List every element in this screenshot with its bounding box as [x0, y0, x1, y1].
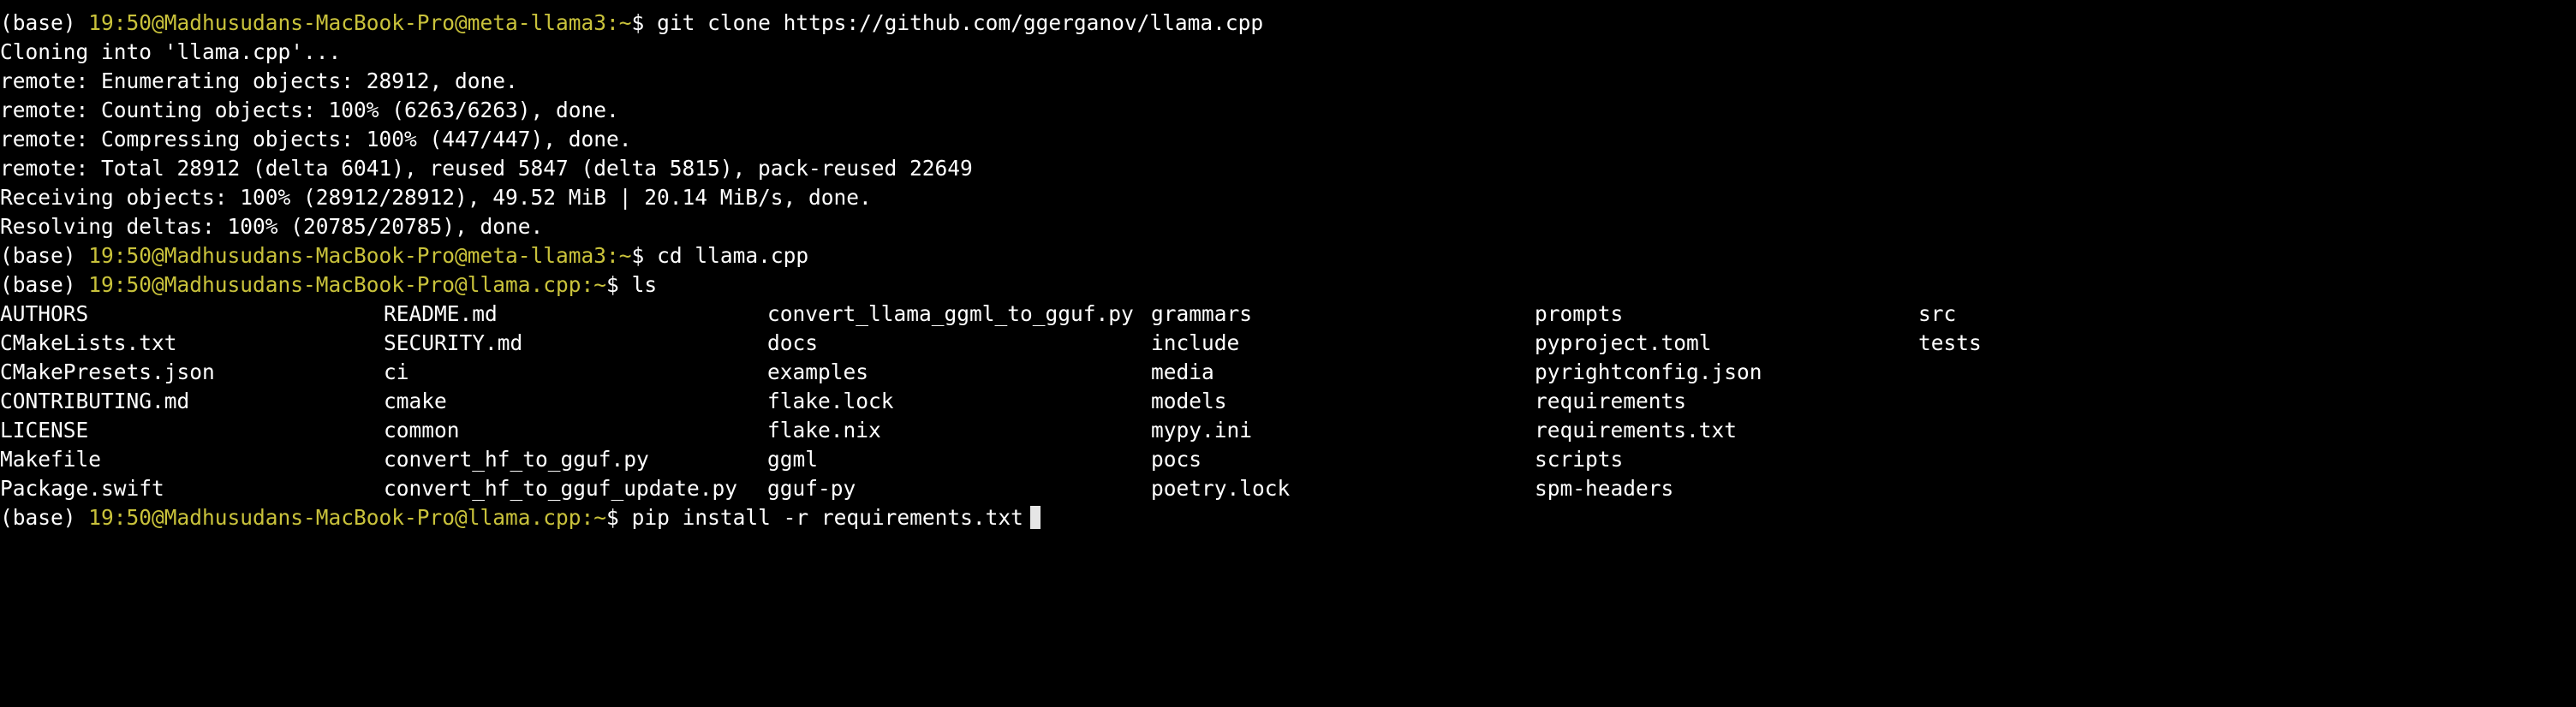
ls-entry: convert_hf_to_gguf_update.py: [384, 476, 738, 501]
output-line: remote: Total 28912 (delta 6041), reused…: [0, 156, 973, 181]
ls-entry: gguf-py: [767, 476, 856, 501]
env-label: (base): [0, 272, 89, 297]
ls-row: LICENSE common flake.nix mypy.ini requir…: [0, 416, 2576, 445]
command-text: cd llama.cpp: [657, 243, 809, 268]
ls-row: Package.swift convert_hf_to_gguf_update.…: [0, 474, 2576, 503]
ls-entry: flake.lock: [767, 389, 894, 413]
ls-entry: LICENSE: [0, 418, 89, 443]
ls-entry: src: [1918, 301, 1957, 326]
command-text: ls: [631, 272, 658, 297]
ls-entry: convert_hf_to_gguf.py: [384, 447, 649, 472]
user-host: 19:50@Madhusudans-MacBook-Pro: [88, 272, 456, 297]
ls-entry: scripts: [1535, 447, 1624, 472]
user-host: 19:50@Madhusudans-MacBook-Pro: [88, 10, 456, 35]
prompt-symbol: $: [606, 272, 632, 297]
ls-entry: flake.nix: [767, 418, 881, 443]
env-label: (base): [0, 10, 89, 35]
ls-entry: media: [1151, 359, 1214, 384]
output-line: remote: Counting objects: 100% (6263/626…: [0, 98, 619, 122]
prompt-dir: @meta-llama3:~: [455, 10, 632, 35]
prompt-line: (base) 19:50@Madhusudans-MacBook-Pro@met…: [0, 9, 2576, 38]
output-line: remote: Enumerating objects: 28912, done…: [0, 68, 518, 93]
terminal-window[interactable]: (base) 19:50@Madhusudans-MacBook-Pro@met…: [0, 0, 2576, 546]
ls-entry: requirements: [1535, 389, 1687, 413]
prompt-symbol: $: [606, 505, 632, 530]
ls-entry: CMakePresets.json: [0, 359, 215, 384]
user-host: 19:50@Madhusudans-MacBook-Pro: [88, 243, 456, 268]
ls-entry: AUTHORS: [0, 301, 89, 326]
prompt-dir: @llama.cpp:~: [455, 505, 607, 530]
ls-entry: Makefile: [0, 447, 102, 472]
ls-entry: pyproject.toml: [1535, 330, 1712, 355]
ls-entry: SECURITY.md: [384, 330, 523, 355]
ls-entry: README.md: [384, 301, 498, 326]
output-line: remote: Compressing objects: 100% (447/4…: [0, 127, 632, 152]
prompt-line-active[interactable]: (base) 19:50@Madhusudans-MacBook-Pro@lla…: [0, 503, 2576, 532]
ls-entry: Package.swift: [0, 476, 164, 501]
ls-row: CMakeLists.txt SECURITY.md docs include …: [0, 329, 2576, 358]
ls-entry: ggml: [767, 447, 819, 472]
prompt-line: (base) 19:50@Madhusudans-MacBook-Pro@met…: [0, 241, 2576, 270]
prompt-line: (base) 19:50@Madhusudans-MacBook-Pro@lla…: [0, 270, 2576, 300]
ls-entry: include: [1151, 330, 1240, 355]
output-line: Cloning into 'llama.cpp'...: [0, 39, 342, 64]
ls-entry: tests: [1918, 330, 1982, 355]
command-input[interactable]: pip install -r requirements.txt: [632, 505, 1023, 530]
ls-row: CMakePresets.json ci examples media pyri…: [0, 358, 2576, 387]
ls-entry: CMakeLists.txt: [0, 330, 177, 355]
ls-entry: common: [384, 418, 460, 443]
ls-entry: convert_llama_ggml_to_gguf.py: [767, 301, 1134, 326]
user-host: 19:50@Madhusudans-MacBook-Pro: [88, 505, 456, 530]
ls-entry: pocs: [1151, 447, 1202, 472]
text-cursor: [1029, 505, 1041, 529]
ls-entry: grammars: [1151, 301, 1253, 326]
env-label: (base): [0, 243, 89, 268]
ls-entry: CONTRIBUTING.md: [0, 389, 190, 413]
ls-entry: models: [1151, 389, 1227, 413]
ls-entry: examples: [767, 359, 869, 384]
prompt-symbol: $: [631, 10, 658, 35]
ls-entry: poetry.lock: [1151, 476, 1291, 501]
ls-entry: mypy.ini: [1151, 418, 1253, 443]
prompt-dir: @llama.cpp:~: [455, 272, 607, 297]
prompt-symbol: $: [631, 243, 658, 268]
ls-entry: pyrightconfig.json: [1535, 359, 1762, 384]
ls-row: CONTRIBUTING.md cmake flake.lock models …: [0, 387, 2576, 416]
output-line: Resolving deltas: 100% (20785/20785), do…: [0, 214, 544, 239]
ls-entry: cmake: [384, 389, 447, 413]
output-line: Receiving objects: 100% (28912/28912), 4…: [0, 185, 872, 210]
ls-row: Makefile convert_hf_to_gguf.py ggml pocs…: [0, 445, 2576, 474]
ls-entry: docs: [767, 330, 819, 355]
ls-entry: requirements.txt: [1535, 418, 1738, 443]
ls-entry: ci: [384, 359, 409, 384]
ls-row: AUTHORS README.md convert_llama_ggml_to_…: [0, 300, 2576, 329]
command-text: git clone https://github.com/ggerganov/l…: [657, 10, 1264, 35]
ls-entry: prompts: [1535, 301, 1624, 326]
prompt-dir: @meta-llama3:~: [455, 243, 632, 268]
ls-entry: spm-headers: [1535, 476, 1674, 501]
